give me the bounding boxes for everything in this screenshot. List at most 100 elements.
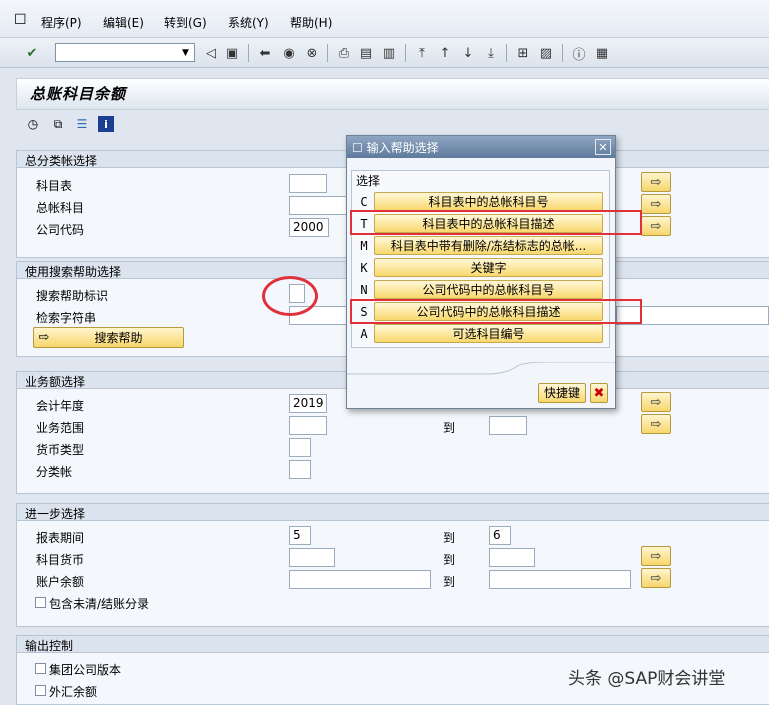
search-help-title: 使用搜索帮助选择 — [25, 265, 122, 279]
help-icon[interactable]: ⓘ — [571, 45, 587, 63]
business-area-to-field[interactable] — [489, 416, 527, 435]
chart-of-accounts-label: 科目表 — [36, 179, 73, 193]
to-label: 到 — [443, 575, 456, 589]
back-icon[interactable]: ⬅ — [257, 45, 273, 61]
reporting-period-label: 报表期间 — [36, 531, 85, 545]
first-page-icon[interactable]: ⤒ — [414, 45, 430, 61]
fiscal-year-field[interactable]: 2019 — [289, 394, 327, 413]
option-key-n: N — [360, 283, 368, 297]
last-page-icon[interactable]: ⤓ — [483, 45, 499, 61]
account-currency-to-field[interactable] — [489, 548, 535, 567]
multiple-selection-button[interactable]: ⇨ — [641, 216, 671, 236]
save-icon[interactable]: ▣ — [224, 45, 240, 61]
account-balance-to-field[interactable] — [489, 570, 631, 589]
to-label: 到 — [443, 553, 456, 567]
page-title: 总账科目余额 — [30, 85, 127, 103]
gl-account-field[interactable] — [289, 196, 349, 215]
search-help-button[interactable]: ⇨ 搜索帮助 — [33, 327, 184, 348]
business-area-from-field[interactable] — [289, 416, 327, 435]
selection-options-icon[interactable]: ☰ — [74, 116, 90, 132]
shortcut-icon[interactable]: ▨ — [538, 45, 554, 61]
new-session-icon[interactable]: ⊞ — [515, 45, 531, 61]
toolbar-separator — [405, 44, 406, 62]
print-icon[interactable]: ⎙ — [336, 45, 352, 61]
output-control-title: 输出控制 — [25, 639, 74, 653]
dialog-footer-divider — [347, 362, 615, 375]
multiple-selection-button[interactable]: ⇨ — [641, 172, 671, 192]
cancel-icon[interactable]: ⊗ — [304, 45, 320, 61]
highlight-box-option-s — [350, 299, 642, 324]
menu-program[interactable]: 程序(P) — [41, 14, 82, 31]
group-version-label: 集团公司版本 — [49, 663, 122, 677]
ledger-field[interactable] — [289, 460, 311, 479]
menu-help[interactable]: 帮助(H) — [290, 14, 332, 31]
layout-menu-icon[interactable]: ▦ — [594, 45, 610, 61]
option-key-m: M — [360, 239, 368, 253]
previous-page-icon[interactable]: ↑ — [437, 45, 453, 61]
menu-goto[interactable]: 转到(G) — [164, 14, 207, 31]
option-chart-account-number[interactable]: 科目表中的总帐科目号 — [374, 192, 603, 211]
info-icon[interactable]: i — [98, 116, 114, 132]
arrow-right-icon: ⇨ — [38, 330, 50, 345]
variants-icon[interactable]: ⧉ — [50, 116, 66, 132]
toolbar-separator — [248, 44, 249, 62]
group-version-checkbox[interactable] — [35, 663, 46, 674]
next-page-icon[interactable]: ↓ — [460, 45, 476, 61]
company-code-label: 公司代码 — [36, 223, 85, 237]
menu-system[interactable]: 系统(Y) — [228, 14, 269, 31]
search-help-id-label: 搜索帮助标识 — [36, 289, 109, 303]
to-label: 到 — [443, 531, 456, 545]
option-alternative-account[interactable]: 可选科目编号 — [374, 324, 603, 343]
option-keyword[interactable]: 关键字 — [374, 258, 603, 277]
dialog-close-icon[interactable]: ✕ — [595, 139, 611, 155]
toolbar-separator — [327, 44, 328, 62]
group-header — [17, 636, 769, 653]
option-company-account-number[interactable]: 公司代码中的总帐科目号 — [374, 280, 603, 299]
toolbar-separator — [506, 44, 507, 62]
back-triangle-icon[interactable]: ◁ — [203, 45, 219, 61]
enter-check-icon[interactable]: ✔ — [24, 45, 40, 61]
multiple-selection-button[interactable]: ⇨ — [641, 392, 671, 412]
title-bar — [16, 78, 769, 110]
multiple-selection-button[interactable]: ⇨ — [641, 568, 671, 588]
ledger-label: 分类帐 — [36, 465, 73, 479]
command-dropdown-icon[interactable]: ▼ — [178, 44, 193, 61]
exit-icon[interactable]: ◉ — [281, 45, 297, 61]
business-selection-title: 业务额选择 — [25, 375, 86, 389]
account-balance-label: 账户余额 — [36, 575, 85, 589]
include-open-items-label: 包含未清/结账分录 — [49, 597, 150, 611]
shortcut-button[interactable]: 快捷键 — [538, 383, 586, 403]
execute-icon[interactable]: ◷ — [25, 116, 41, 132]
search-help-button-label: 搜索帮助 — [94, 331, 143, 345]
company-code-field[interactable]: 2000 — [289, 218, 329, 237]
fx-balance-checkbox[interactable] — [35, 685, 46, 696]
find-next-icon[interactable]: ▥ — [381, 45, 397, 61]
currency-type-field[interactable] — [289, 438, 311, 457]
fx-balance-label: 外汇余额 — [49, 685, 98, 699]
find-icon[interactable]: ▤ — [358, 45, 374, 61]
reporting-period-from-field[interactable]: 5 — [289, 526, 311, 545]
multiple-selection-button[interactable]: ⇨ — [641, 414, 671, 434]
command-field[interactable] — [55, 43, 195, 62]
account-balance-from-field[interactable] — [289, 570, 431, 589]
account-currency-from-field[interactable] — [289, 548, 335, 567]
dialog-title: ☐ 输入帮助选择 — [352, 139, 439, 156]
watermark: 头条 @SAP财会讲堂 — [568, 669, 726, 689]
cancel-icon[interactable]: ✖ — [590, 383, 608, 403]
reporting-period-to-field[interactable]: 6 — [489, 526, 511, 545]
multiple-selection-button[interactable]: ⇨ — [641, 194, 671, 214]
to-label: 到 — [443, 421, 456, 435]
chart-of-accounts-field[interactable] — [289, 174, 327, 193]
option-key-k: K — [360, 261, 368, 275]
search-string-label: 检索字符串 — [36, 311, 97, 325]
menu-edit[interactable]: 编辑(E) — [103, 14, 144, 31]
window-menu-icon[interactable]: ☐ — [14, 12, 27, 28]
multiple-selection-button[interactable]: ⇨ — [641, 546, 671, 566]
include-open-items-checkbox[interactable] — [35, 597, 46, 608]
option-blocked-accounts[interactable]: 科目表中带有删除/冻结标志的总帐... — [374, 236, 603, 255]
currency-type-label: 货币类型 — [36, 443, 85, 457]
window-icon: ☐ — [352, 141, 367, 155]
account-currency-label: 科目货币 — [36, 553, 85, 567]
business-area-label: 业务范围 — [36, 421, 85, 435]
highlight-box-option-t — [350, 210, 642, 235]
